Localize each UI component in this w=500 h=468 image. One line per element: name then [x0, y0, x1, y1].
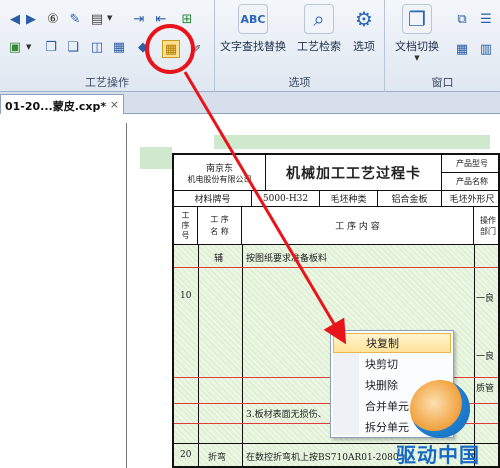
ribbon-group-label: 选项 [288, 76, 311, 89]
column-divider [242, 245, 243, 466]
row2-seq: 10 [180, 291, 192, 301]
ribbon-group-label: 工艺操作 [85, 76, 129, 89]
page-margin-line [126, 123, 127, 468]
find-replace-button[interactable]: ABC 文字查找替换 [217, 4, 289, 54]
edit-doc-icon[interactable]: ✎ [66, 10, 84, 28]
find-replace-label: 文字查找替换 [220, 40, 286, 53]
tiles-icon[interactable]: ▦ [110, 38, 128, 56]
row3-dept: 一良 [476, 352, 495, 362]
process-search-button[interactable]: ⌕ 工艺检索 [293, 4, 345, 54]
frame-icon[interactable]: ◫ [88, 38, 106, 56]
options-label: 选项 [353, 40, 375, 53]
document-tab-strip: 01-20...蒙皮.cxp* × [0, 92, 500, 114]
row-line [174, 267, 498, 268]
table-tool-icon[interactable]: ▤ [88, 10, 106, 28]
header-row: 南京东 机电股份有限公司 机械加工工艺过程卡 产品型号 产品名称 [174, 155, 500, 191]
blank-type-value[interactable]: 铝合金板 [378, 191, 442, 206]
company-name-line2: 机电股份有限公司 [187, 174, 252, 184]
doc-switch-button[interactable]: ❐ 文档切换 ▼ [389, 4, 445, 62]
row1-name: 辅 [214, 254, 224, 264]
col-content-header[interactable]: 工 序 内 容 [242, 207, 474, 244]
ribbon: ◀ ▶ ⑥ ✎ ▤ ▼ ⇥ ⇤ ⊞ ▣ ▼ ❐ ❏ ◫ ▦ ◆ ▦ ✐ 工艺操作… [0, 0, 500, 92]
tile-grid-icon[interactable]: ▦ [453, 40, 471, 58]
logo-mark-icon [410, 380, 470, 438]
company-cell[interactable]: 南京东 机电股份有限公司 [174, 155, 266, 190]
arrow-right-icon[interactable]: ▶ [22, 10, 40, 28]
document-tab[interactable]: 01-20...蒙皮.cxp* × [0, 94, 124, 114]
watermark-logo: 驱动中国 [376, 380, 500, 468]
doc-arrow-icon[interactable]: ▣ [6, 38, 24, 56]
col-dept-header[interactable]: 操作 部门 [474, 207, 500, 244]
watermark-text: 驱动中国 [396, 443, 480, 467]
material-row: 材料牌号 5000-H32 毛坯种类 铝合金板 毛坯外形尺 [174, 191, 498, 207]
cascade-icon[interactable]: ⧉ [453, 10, 471, 28]
column-divider [198, 245, 199, 466]
row5-content: 3.板材表面无损伤、 [246, 410, 327, 420]
ribbon-group-window: ❐ 文档切换 ▼ ⧉ ☰ ▦ ▥ 窗口 [385, 0, 500, 92]
chevron-down-icon[interactable]: ▼ [107, 14, 112, 22]
menu-item-block-cut[interactable]: 块剪切 [333, 354, 451, 374]
paste-doc-icon[interactable]: ❏ [64, 38, 82, 56]
material-value[interactable]: 5000-H32 [252, 191, 320, 206]
row1-content: 按图纸要求准备板料 [246, 254, 328, 264]
gear-icon: ⚙ [355, 7, 373, 31]
product-model-label[interactable]: 产品型号 [442, 155, 500, 173]
row6-seq: 20 [180, 450, 192, 460]
page-title[interactable]: 机械加工工艺过程卡 [266, 155, 442, 190]
material-label[interactable]: 材料牌号 [174, 191, 252, 206]
row6-name: 折弯 [208, 453, 227, 463]
tile-horizontal-icon[interactable]: ☰ [477, 10, 495, 28]
col-seq-header[interactable]: 工 序 号 [174, 207, 198, 244]
blank-shape-label[interactable]: 毛坯外形尺 [442, 191, 500, 206]
chevron-down-icon[interactable]: ▼ [389, 54, 445, 62]
menu-item-block-copy[interactable]: 块复制 [333, 333, 451, 353]
ribbon-group-options: ABC 文字查找替换 ⌕ 工艺检索 ⚙ 选项 选项 [215, 0, 385, 92]
doc-switch-label: 文档切换 [395, 40, 439, 53]
document-tab-label: 01-20...蒙皮.cxp* [5, 100, 107, 113]
product-name-label[interactable]: 产品名称 [442, 173, 500, 190]
process-search-label: 工艺检索 [297, 40, 341, 53]
tile-vertical-icon[interactable]: ▥ [477, 40, 495, 58]
selection-strip [214, 135, 490, 149]
insert-row-icon[interactable]: ⇥ [130, 10, 148, 28]
grid-select-icon[interactable]: ⊞ [178, 10, 196, 28]
abc-find-icon: ABC [238, 4, 268, 34]
doc-switch-icon: ❐ [402, 4, 432, 34]
magnifier-doc-icon: ⌕ [304, 4, 334, 34]
row2-dept: 一良 [476, 294, 495, 304]
blank-type-label[interactable]: 毛坯种类 [320, 191, 378, 206]
selection-strip [140, 147, 172, 169]
options-button[interactable]: ⚙ 选项 [347, 4, 381, 54]
close-icon[interactable]: × [110, 98, 119, 111]
col-name-header[interactable]: 工 序 名 称 [198, 207, 242, 244]
company-name-line1: 南京东 [205, 163, 233, 174]
chevron-down-icon[interactable]: ▼ [26, 43, 31, 51]
process-icon[interactable]: ⑥ [44, 10, 62, 28]
highlight-circle [145, 24, 195, 74]
ribbon-group-label: 窗口 [431, 76, 454, 89]
copy-doc-icon[interactable]: ❐ [42, 38, 60, 56]
column-header-row: 工 序 号 工 序 名 称 工 序 内 容 操作 部门 [174, 207, 498, 245]
